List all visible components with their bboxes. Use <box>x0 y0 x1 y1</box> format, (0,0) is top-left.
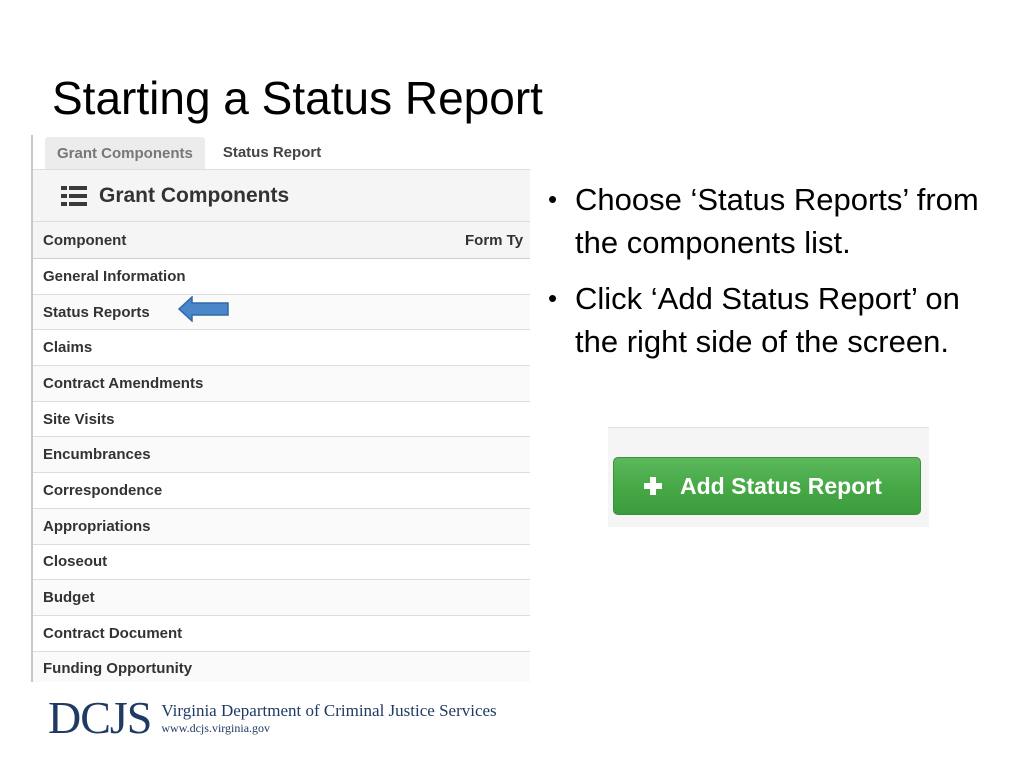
component-row-budget[interactable]: Budget <box>33 580 530 616</box>
component-row-claims[interactable]: Claims <box>33 330 530 367</box>
column-header-component[interactable]: Component <box>43 232 126 249</box>
tab-status-report[interactable]: Status Report <box>211 135 333 169</box>
bullet-text: Click ‘Add Status Report’ on the right s… <box>575 281 960 359</box>
component-row-closeout[interactable]: Closeout <box>33 544 530 581</box>
list-icon <box>61 185 87 206</box>
organization-url: www.dcjs.virginia.gov <box>161 720 271 735</box>
bullet-text: Choose ‘Status Reports’ from the compone… <box>575 182 979 260</box>
organization-name: Virginia Department of Criminal Justice … <box>161 700 497 720</box>
grant-components-screenshot: Grant Components Status Report Grant Com… <box>31 135 530 682</box>
panel-heading: Grant Components <box>33 170 530 222</box>
table-header: Component Form Ty <box>33 222 530 259</box>
slide-title: Starting a Status Report <box>52 72 543 124</box>
component-row-encumbrances[interactable]: Encumbrances <box>33 437 530 474</box>
tab-grant-components[interactable]: Grant Components <box>45 137 205 169</box>
arrow-left-icon <box>178 296 229 322</box>
column-header-form-type[interactable]: Form Ty <box>465 232 523 249</box>
panel-heading-title: Grant Components <box>99 183 290 207</box>
add-status-report-label: Add Status Report <box>680 472 882 499</box>
tab-bar: Grant Components Status Report <box>33 135 530 170</box>
component-row-funding-opportunity[interactable]: Funding Opportunity <box>33 651 530 682</box>
logo-mark: DCJS <box>48 692 152 743</box>
bullet-item: • Choose ‘Status Reports’ from the compo… <box>548 182 979 260</box>
add-button-snippet: Add Status Report <box>608 427 929 527</box>
components-list: General Information Status Reports Claim… <box>33 259 530 682</box>
component-row-status-reports[interactable]: Status Reports <box>33 294 530 331</box>
component-row-correspondence[interactable]: Correspondence <box>33 473 530 509</box>
component-row-contract-amendments[interactable]: Contract Amendments <box>33 366 530 402</box>
instruction-bullets: • Choose ‘Status Reports’ from the compo… <box>548 178 1008 376</box>
component-row-site-visits[interactable]: Site Visits <box>33 401 530 438</box>
plus-icon <box>644 477 662 495</box>
component-row-appropriations[interactable]: Appropriations <box>33 508 530 545</box>
component-row-contract-document[interactable]: Contract Document <box>33 615 530 652</box>
component-row-general-information[interactable]: General Information <box>33 259 530 295</box>
dcjs-logo: DCJS Virginia Department of Criminal Jus… <box>48 695 497 741</box>
bullet-item: • Click ‘Add Status Report’ on the right … <box>548 281 960 359</box>
add-status-report-button[interactable]: Add Status Report <box>613 457 921 515</box>
